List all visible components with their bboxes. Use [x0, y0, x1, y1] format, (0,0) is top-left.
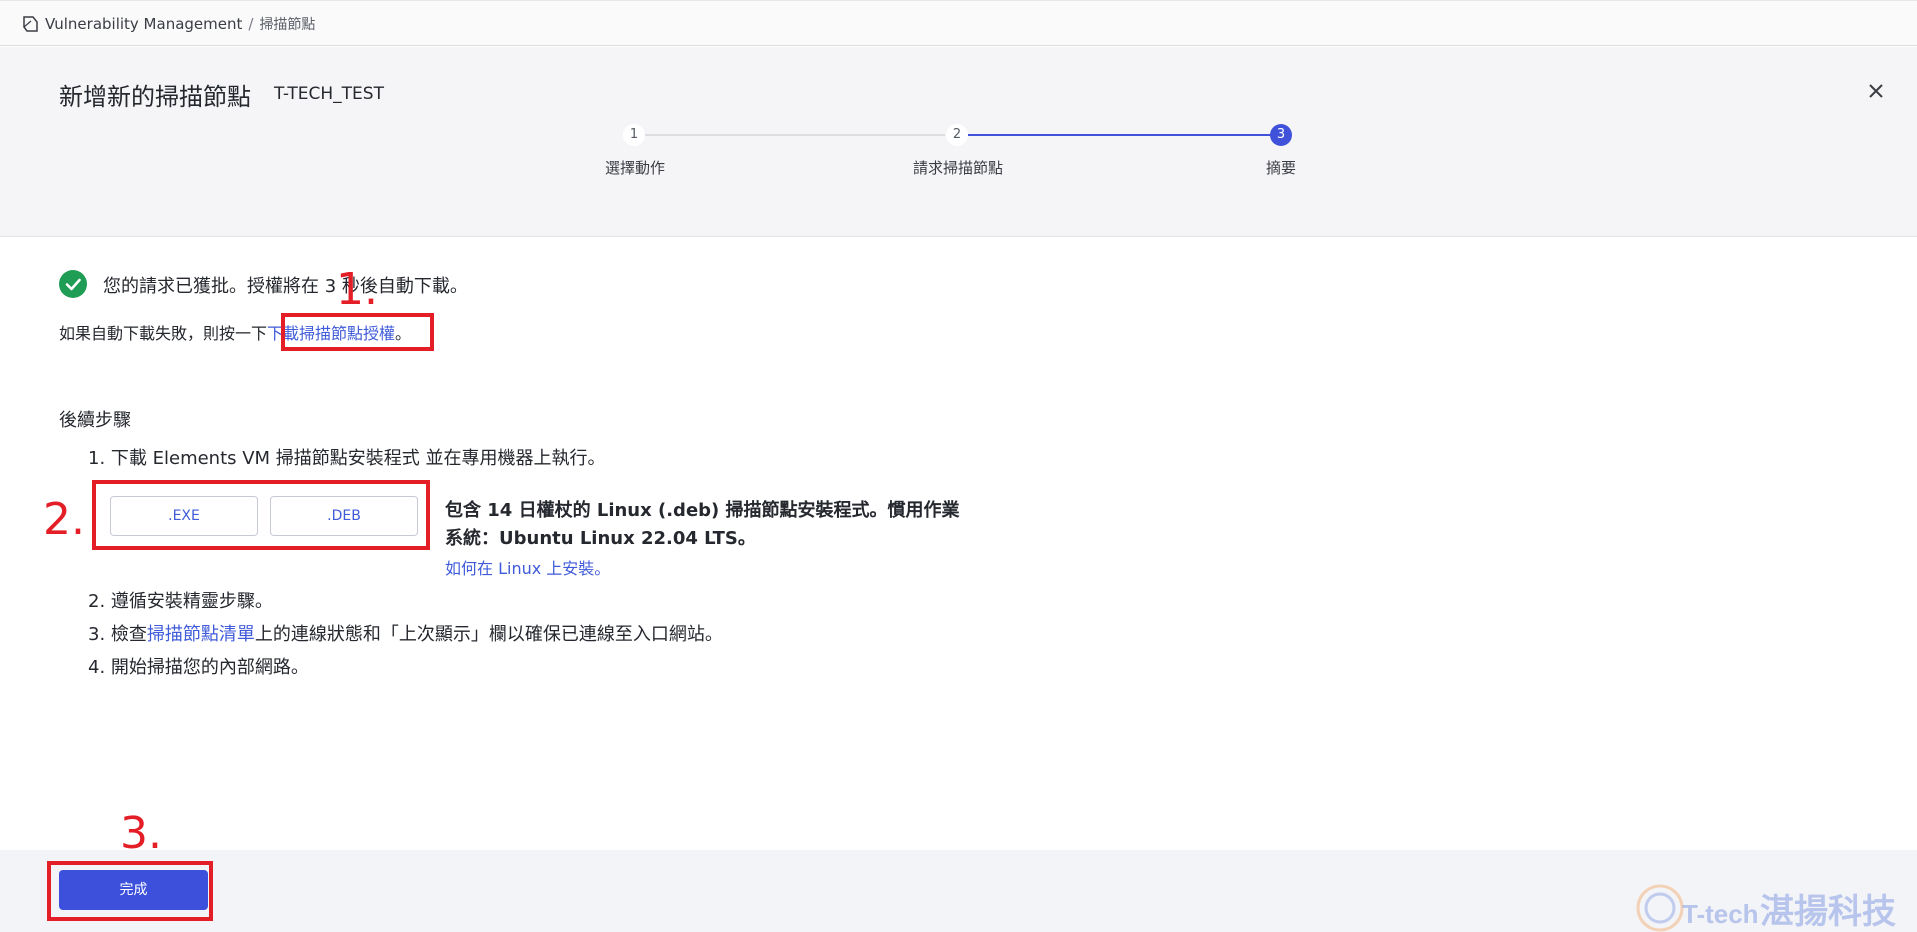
top-bar: Vulnerability Management / 掃描節點	[0, 0, 1917, 46]
next-steps-title: 後續步驟	[59, 410, 131, 431]
step-3-label: 摘要	[1265, 159, 1297, 177]
success-check-icon	[59, 270, 87, 298]
breadcrumb-current: 掃描節點	[259, 17, 316, 33]
step-2-label: 請求掃描節點	[912, 159, 1004, 177]
step-1-dot: 1	[623, 124, 645, 146]
linux-install-link[interactable]: 如何在 Linux 上安裝。	[445, 555, 610, 579]
next-step-3-suffix: 上的連線狀態和「上次顯示」欄以確保已連線至入口網站。	[254, 624, 723, 645]
breadcrumb-root-link[interactable]: Vulnerability Management	[45, 15, 242, 33]
next-step-2: 2. 遵循安裝精靈步驟。	[88, 591, 273, 612]
deb-description: 包含 14 日權杖的 Linux (.deb) 掃描節點安裝程式。慣用作業系統：…	[445, 500, 960, 549]
step-2-dot: 2	[946, 124, 968, 146]
next-step-4: 4. 開始掃描您的內部網路。	[88, 657, 309, 678]
step-1-label: 選擇動作	[604, 159, 666, 177]
annotation-box-3	[47, 861, 213, 921]
stepper-line-1	[645, 134, 945, 136]
annotation-number-1: 1.	[336, 264, 378, 315]
step-3-dot: 3	[1270, 124, 1292, 146]
next-step-3: 3. 檢查掃描節點清單上的連線狀態和「上次顯示」欄以確保已連線至入口網站。	[88, 620, 723, 646]
modal-subtitle: T-TECH_TEST	[274, 84, 384, 104]
modal-title: 新增新的掃描節點	[59, 83, 251, 111]
annotation-number-2: 2.	[43, 494, 85, 545]
vulnerability-app-icon	[23, 16, 38, 32]
modal-header: 新增新的掃描節點 T-TECH_TEST 1 2 3 選擇動作 請求掃描節點 摘…	[0, 47, 1917, 237]
next-step-3-prefix: 3. 檢查	[88, 624, 147, 645]
annotation-box-2	[92, 480, 430, 550]
fallback-prefix: 如果自動下載失敗，則按一下	[59, 324, 268, 343]
breadcrumb-separator: /	[248, 15, 254, 33]
annotation-number-3: 3.	[120, 808, 162, 859]
breadcrumb: Vulnerability Management / 掃描節點	[45, 14, 315, 34]
watermark-company-text: 湛揚科技	[1760, 892, 1896, 932]
stepper-line-2	[968, 134, 1281, 136]
annotation-box-1	[281, 313, 434, 351]
success-message: 您的請求已獲批。授權將在 3 秒後自動下載。	[103, 276, 468, 297]
company-watermark-logo: T-tech 湛揚科技	[1636, 884, 1896, 932]
close-icon[interactable]	[1864, 79, 1888, 103]
next-step-1: 1. 下載 Elements VM 掃描節點安裝程式 並在專用機器上執行。	[88, 448, 606, 469]
scan-node-list-link[interactable]: 掃描節點清單	[147, 624, 255, 645]
watermark-logo-text: T-tech	[1682, 899, 1759, 929]
